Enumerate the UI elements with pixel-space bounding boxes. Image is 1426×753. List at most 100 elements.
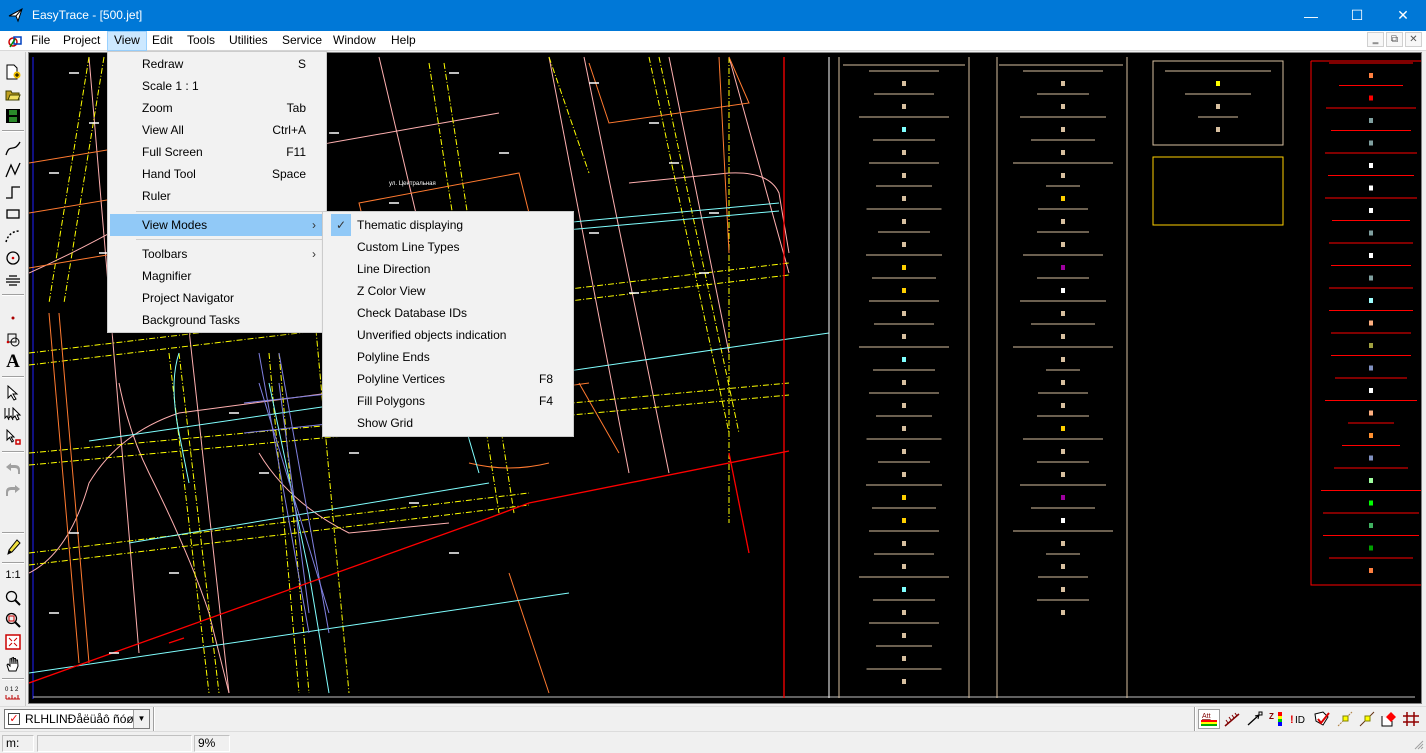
legend-symbol bbox=[902, 219, 906, 224]
fill-polygons-button[interactable] bbox=[1378, 709, 1400, 729]
menu-item-project-navigator[interactable]: Project Navigator bbox=[110, 287, 324, 309]
smooth-polyline-tool[interactable] bbox=[3, 138, 23, 158]
undo-button[interactable] bbox=[3, 458, 23, 478]
menu-item-polyline-ends[interactable]: Polyline Ends bbox=[325, 346, 571, 368]
legend-symbol bbox=[1061, 288, 1065, 293]
menu-item-thematic-displaying[interactable]: ✓ Thematic displaying bbox=[325, 214, 571, 236]
symbol-tool[interactable] bbox=[3, 330, 23, 350]
layer-select[interactable]: ✓ RLHLINÐåëüåô ñóøê ▼ bbox=[4, 709, 150, 729]
mdi-minimize-button[interactable]: ‗ bbox=[1367, 32, 1384, 47]
menu-service[interactable]: Service bbox=[276, 31, 328, 51]
zoom-window-icon bbox=[5, 612, 21, 628]
menu-tools[interactable]: Tools bbox=[181, 31, 221, 51]
orthogonal-line-tool[interactable] bbox=[3, 182, 23, 202]
toolbar-separator bbox=[2, 562, 24, 564]
menu-utilities[interactable]: Utilities bbox=[223, 31, 274, 51]
verify-button[interactable] bbox=[1311, 709, 1333, 729]
circle-tool[interactable] bbox=[3, 248, 23, 268]
zoom-window-button[interactable] bbox=[3, 610, 23, 630]
polyline-tool[interactable] bbox=[3, 160, 23, 180]
menu-item-full-screen[interactable]: Full Screen F11 bbox=[110, 141, 324, 163]
menu-window[interactable]: Window bbox=[327, 31, 382, 51]
check-id-button[interactable]: ! ID bbox=[1288, 709, 1310, 729]
multi-select-tool[interactable] bbox=[3, 405, 23, 425]
menu-item-line-direction[interactable]: Line Direction bbox=[325, 258, 571, 280]
legend-symbol bbox=[1369, 410, 1373, 416]
point-tool[interactable] bbox=[3, 308, 23, 328]
menu-item-view-modes[interactable]: View Modes › bbox=[110, 214, 324, 236]
grid-button[interactable] bbox=[1400, 709, 1422, 729]
legend-symbol bbox=[902, 426, 906, 431]
status-bar: m: 9% bbox=[0, 731, 1426, 752]
menu-item-label: Check Database IDs bbox=[357, 306, 468, 320]
mdi-close-button[interactable]: ✕ bbox=[1405, 32, 1422, 47]
pencil-tool[interactable] bbox=[3, 537, 23, 557]
polyline-ends-button[interactable] bbox=[1334, 709, 1356, 729]
legend-symbol bbox=[1061, 518, 1065, 523]
menu-help[interactable]: Help bbox=[385, 31, 422, 51]
legend-symbol bbox=[902, 587, 906, 592]
resize-grip-icon[interactable] bbox=[1412, 738, 1424, 750]
line-direction-icon bbox=[1247, 711, 1263, 726]
mdi-restore-button[interactable]: ⧉ bbox=[1386, 32, 1403, 47]
menu-item-scale-1-1[interactable]: Scale 1 : 1 bbox=[110, 75, 324, 97]
menu-edit[interactable]: Edit bbox=[146, 31, 179, 51]
menu-item-fill-polygons[interactable]: Fill Polygons F4 bbox=[325, 390, 571, 412]
menu-item-custom-line-types[interactable]: Custom Line Types bbox=[325, 236, 571, 258]
checkmark-icon: ✓ bbox=[331, 214, 351, 236]
redo-button[interactable] bbox=[3, 480, 23, 500]
legend-symbol bbox=[902, 679, 906, 684]
new-project-button[interactable] bbox=[3, 62, 23, 82]
menu-file[interactable]: File bbox=[25, 31, 56, 51]
legend-symbol bbox=[1061, 449, 1065, 454]
menu-item-zoom[interactable]: Zoom Tab bbox=[110, 97, 324, 119]
menu-item-unverified-objects[interactable]: Unverified objects indication bbox=[325, 324, 571, 346]
menu-item-hand-tool[interactable]: Hand Tool Space bbox=[110, 163, 324, 185]
menu-item-z-color-view[interactable]: Z Color View bbox=[325, 280, 571, 302]
menu-item-shortcut: F11 bbox=[286, 145, 306, 159]
save-button[interactable] bbox=[3, 106, 23, 126]
menu-item-show-grid[interactable]: Show Grid bbox=[325, 412, 571, 434]
z-color-button[interactable]: Z bbox=[1266, 709, 1288, 729]
close-button[interactable]: ✕ bbox=[1380, 0, 1426, 31]
select-vertex-tool[interactable] bbox=[3, 427, 23, 447]
menu-item-shortcut: F4 bbox=[538, 394, 553, 408]
open-button[interactable] bbox=[3, 84, 23, 104]
menu-item-background-tasks[interactable]: Background Tasks bbox=[110, 309, 324, 331]
dropdown-arrow-icon[interactable]: ▼ bbox=[133, 710, 149, 728]
toolbar-separator bbox=[153, 707, 155, 731]
rectangle-tool[interactable] bbox=[3, 204, 23, 224]
menu-item-ruler[interactable]: Ruler bbox=[110, 185, 324, 207]
ruler-button[interactable]: 0 1 2 bbox=[3, 683, 23, 703]
minimize-button[interactable]: — bbox=[1288, 0, 1334, 31]
line-check-button[interactable] bbox=[1221, 709, 1243, 729]
line-direction-button[interactable] bbox=[1244, 709, 1266, 729]
polyline-vertices-button[interactable] bbox=[1356, 709, 1378, 729]
layer-visible-checkbox[interactable]: ✓ bbox=[8, 713, 20, 725]
attributes-button[interactable]: Att bbox=[1198, 709, 1220, 729]
menu-project[interactable]: Project bbox=[57, 31, 106, 51]
hand-tool-button[interactable] bbox=[3, 654, 23, 674]
progress-text: 9% bbox=[194, 735, 230, 752]
menu-item-check-database-ids[interactable]: Check Database IDs bbox=[325, 302, 571, 324]
menu-item-magnifier[interactable]: Magnifier bbox=[110, 265, 324, 287]
submenu-arrow-icon: › bbox=[312, 218, 316, 232]
hatch-tool[interactable] bbox=[3, 270, 23, 290]
menu-bar: File Project View Edit Tools Utilities S… bbox=[0, 31, 1426, 51]
document-icon[interactable] bbox=[7, 33, 23, 49]
maximize-button[interactable]: ☐ bbox=[1334, 0, 1380, 31]
menu-item-polyline-vertices[interactable]: Polyline Vertices F8 bbox=[325, 368, 571, 390]
scale-1-1-button[interactable]: 1:1 bbox=[3, 565, 23, 585]
menu-item-toolbars[interactable]: Toolbars › bbox=[110, 243, 324, 265]
menu-item-view-all[interactable]: View All Ctrl+A bbox=[110, 119, 324, 141]
text-tool[interactable]: A bbox=[3, 351, 23, 372]
legend-symbol bbox=[1061, 265, 1065, 270]
title-bar: EasyTrace - [500.jet] — ☐ ✕ bbox=[0, 0, 1426, 31]
select-tool[interactable] bbox=[3, 383, 23, 403]
menu-view[interactable]: View bbox=[107, 31, 147, 51]
menu-item-redraw[interactable]: Redraw S bbox=[110, 53, 324, 75]
arc-tool[interactable] bbox=[3, 226, 23, 246]
zoom-button[interactable] bbox=[3, 588, 23, 608]
legend-symbol bbox=[1369, 455, 1373, 461]
zoom-extents-button[interactable] bbox=[3, 632, 23, 652]
